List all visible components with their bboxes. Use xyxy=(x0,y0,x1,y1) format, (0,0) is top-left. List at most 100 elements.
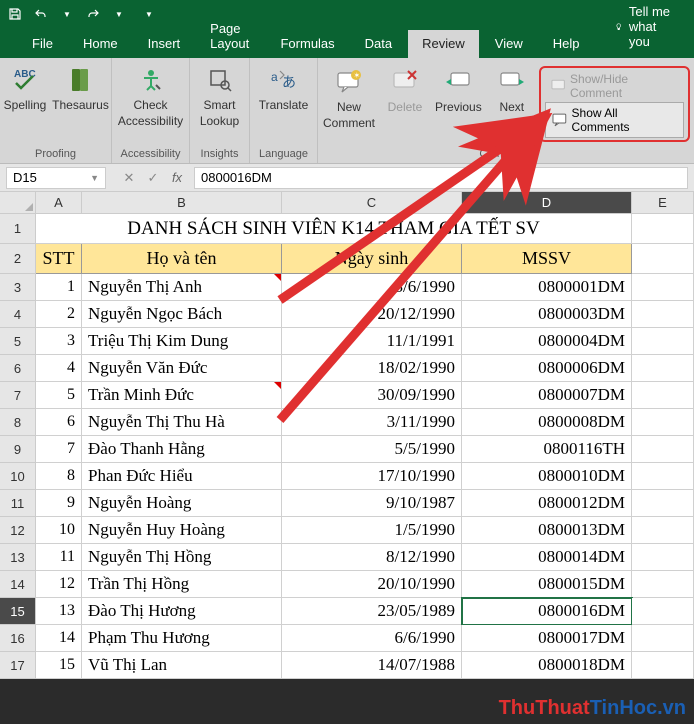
cell-mssv-15[interactable]: 0800016DM xyxy=(462,598,632,625)
cell-name-15[interactable]: Đào Thị Hương xyxy=(82,598,282,625)
tab-view[interactable]: View xyxy=(481,30,537,58)
cell-stt-8[interactable]: 6 xyxy=(36,409,82,436)
col-header-c[interactable]: C xyxy=(282,192,462,214)
select-all-corner[interactable] xyxy=(0,192,36,214)
cell-date-10[interactable]: 17/10/1990 xyxy=(282,463,462,490)
cell-name-13[interactable]: Nguyễn Thị Hồng xyxy=(82,544,282,571)
next-comment-button[interactable]: Next xyxy=(487,64,537,116)
formula-input[interactable]: 0800016DM xyxy=(194,167,688,189)
cell-name-3[interactable]: Nguyễn Thị Anh xyxy=(82,274,282,301)
col-header-d[interactable]: D xyxy=(462,192,632,214)
smart-lookup-button[interactable]: Smart Lookup xyxy=(194,62,245,130)
tab-insert[interactable]: Insert xyxy=(134,30,195,58)
row-header-5[interactable]: 5 xyxy=(0,328,36,355)
cell-stt-12[interactable]: 10 xyxy=(36,517,82,544)
translate-button[interactable]: aあ Translate xyxy=(253,62,315,114)
row-header-3[interactable]: 3 xyxy=(0,274,36,301)
cell-mssv-7[interactable]: 0800007DM xyxy=(462,382,632,409)
cell-e-16[interactable] xyxy=(632,625,694,652)
thesaurus-button[interactable]: Thesaurus xyxy=(50,62,111,114)
cell-e-8[interactable] xyxy=(632,409,694,436)
cell-e-13[interactable] xyxy=(632,544,694,571)
row-header-15[interactable]: 15 xyxy=(0,598,36,625)
cell-e1[interactable] xyxy=(632,214,694,244)
row-header-10[interactable]: 10 xyxy=(0,463,36,490)
cell-e-9[interactable] xyxy=(632,436,694,463)
row-header-17[interactable]: 17 xyxy=(0,652,36,679)
row-header-13[interactable]: 13 xyxy=(0,544,36,571)
cell-date-6[interactable]: 18/02/1990 xyxy=(282,355,462,382)
cell-name-14[interactable]: Trần Thị Hồng xyxy=(82,571,282,598)
cell-mssv-4[interactable]: 0800003DM xyxy=(462,301,632,328)
cell-mssv-3[interactable]: 0800001DM xyxy=(462,274,632,301)
cell-date-3[interactable]: 3/6/1990 xyxy=(282,274,462,301)
cell-e-4[interactable] xyxy=(632,301,694,328)
insert-function-button[interactable]: fx xyxy=(166,167,188,189)
cell-stt-9[interactable]: 7 xyxy=(36,436,82,463)
cell-date-17[interactable]: 14/07/1988 xyxy=(282,652,462,679)
col-header-a[interactable]: A xyxy=(36,192,82,214)
cell-stt-11[interactable]: 9 xyxy=(36,490,82,517)
cell-date-15[interactable]: 23/05/1989 xyxy=(282,598,462,625)
cell-mssv-9[interactable]: 0800116TH xyxy=(462,436,632,463)
row-header-11[interactable]: 11 xyxy=(0,490,36,517)
cell-hdr-date[interactable]: Ngày sinh xyxy=(282,244,462,274)
redo-icon[interactable] xyxy=(84,5,102,23)
tell-me-search[interactable]: Tell me what you xyxy=(601,0,694,56)
cell-date-9[interactable]: 5/5/1990 xyxy=(282,436,462,463)
redo-dropdown-icon[interactable]: ▼ xyxy=(110,5,128,23)
previous-comment-button[interactable]: Previous xyxy=(430,64,487,116)
cell-e-12[interactable] xyxy=(632,517,694,544)
tab-help[interactable]: Help xyxy=(539,30,594,58)
cell-e-7[interactable] xyxy=(632,382,694,409)
cell-mssv-16[interactable]: 0800017DM xyxy=(462,625,632,652)
cell-mssv-5[interactable]: 0800004DM xyxy=(462,328,632,355)
cell-name-5[interactable]: Triệu Thị Kim Dung xyxy=(82,328,282,355)
cell-name-17[interactable]: Vũ Thị Lan xyxy=(82,652,282,679)
row-header-8[interactable]: 8 xyxy=(0,409,36,436)
cell-stt-7[interactable]: 5 xyxy=(36,382,82,409)
cell-stt-17[interactable]: 15 xyxy=(36,652,82,679)
cell-e-3[interactable] xyxy=(632,274,694,301)
save-icon[interactable] xyxy=(6,5,24,23)
new-comment-button[interactable]: ✶ New Comment xyxy=(318,64,380,132)
cell-date-12[interactable]: 1/5/1990 xyxy=(282,517,462,544)
cell-e-14[interactable] xyxy=(632,571,694,598)
cell-date-16[interactable]: 6/6/1990 xyxy=(282,625,462,652)
cell-name-12[interactable]: Nguyễn Huy Hoàng xyxy=(82,517,282,544)
cell-hdr-stt[interactable]: STT xyxy=(36,244,82,274)
cell-stt-16[interactable]: 14 xyxy=(36,625,82,652)
cell-mssv-10[interactable]: 0800010DM xyxy=(462,463,632,490)
cell-title[interactable]: DANH SÁCH SINH VIÊN K14 THAM GIA TẾT SV xyxy=(36,214,632,244)
cell-e-15[interactable] xyxy=(632,598,694,625)
row-header-1[interactable]: 1 xyxy=(0,214,36,244)
cell-date-13[interactable]: 8/12/1990 xyxy=(282,544,462,571)
show-hide-comment-button[interactable]: Show/Hide Comment xyxy=(545,70,684,102)
row-header-12[interactable]: 12 xyxy=(0,517,36,544)
cell-mssv-17[interactable]: 0800018DM xyxy=(462,652,632,679)
check-accessibility-button[interactable]: Check Accessibility xyxy=(112,62,189,130)
cell-stt-15[interactable]: 13 xyxy=(36,598,82,625)
row-header-16[interactable]: 16 xyxy=(0,625,36,652)
cell-mssv-8[interactable]: 0800008DM xyxy=(462,409,632,436)
undo-dropdown-icon[interactable]: ▼ xyxy=(58,5,76,23)
col-header-b[interactable]: B xyxy=(82,192,282,214)
cell-e-5[interactable] xyxy=(632,328,694,355)
row-header-7[interactable]: 7 xyxy=(0,382,36,409)
row-header-9[interactable]: 9 xyxy=(0,436,36,463)
name-box[interactable]: D15 ▼ xyxy=(6,167,106,189)
cell-mssv-11[interactable]: 0800012DM xyxy=(462,490,632,517)
enter-formula-button[interactable]: ✓ xyxy=(142,167,164,189)
cell-date-8[interactable]: 3/11/1990 xyxy=(282,409,462,436)
cell-mssv-14[interactable]: 0800015DM xyxy=(462,571,632,598)
tab-file[interactable]: File xyxy=(18,30,67,58)
tab-data[interactable]: Data xyxy=(351,30,406,58)
cell-hdr-mssv[interactable]: MSSV xyxy=(462,244,632,274)
cell-stt-10[interactable]: 8 xyxy=(36,463,82,490)
tab-review[interactable]: Review xyxy=(408,30,479,58)
cell-stt-14[interactable]: 12 xyxy=(36,571,82,598)
cell-mssv-13[interactable]: 0800014DM xyxy=(462,544,632,571)
cell-name-9[interactable]: Đào Thanh Hằng xyxy=(82,436,282,463)
cell-name-16[interactable]: Phạm Thu Hương xyxy=(82,625,282,652)
cell-date-5[interactable]: 11/1/1991 xyxy=(282,328,462,355)
